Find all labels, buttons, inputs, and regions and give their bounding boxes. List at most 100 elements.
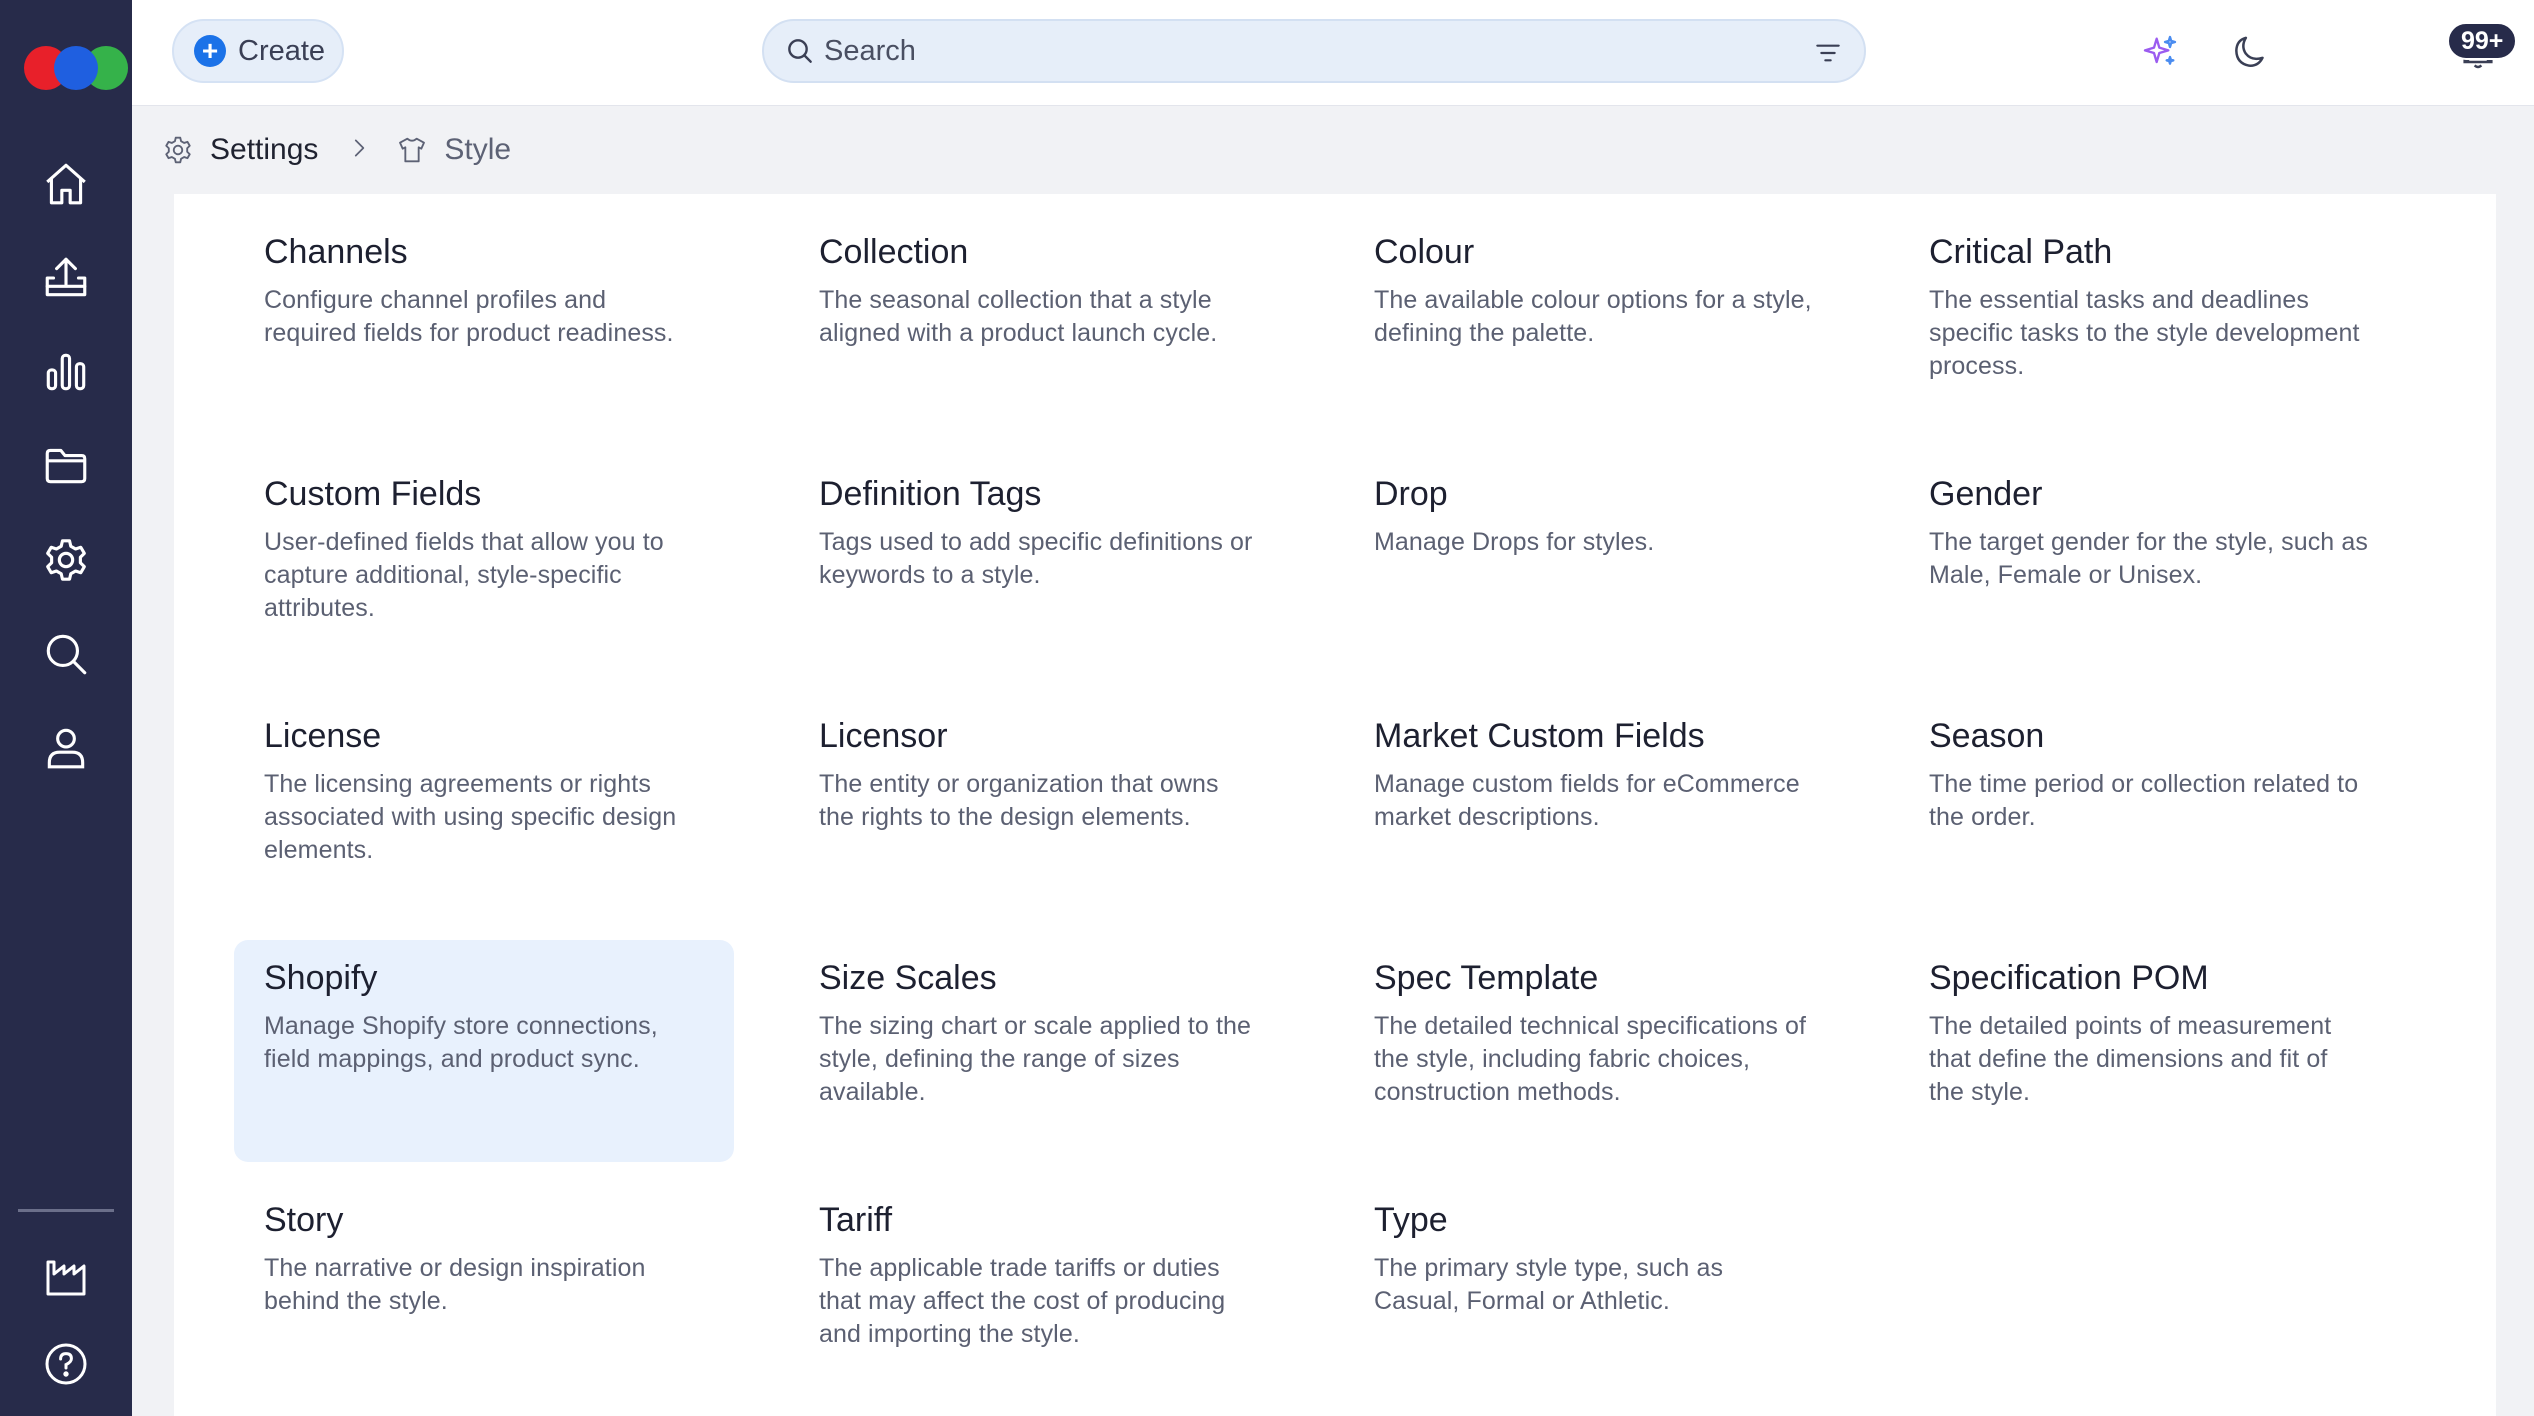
card-title: Collection — [819, 233, 969, 271]
card-title: Size Scales — [819, 959, 997, 997]
card-title: Gender — [1929, 475, 2043, 513]
notification-badge: 99+ — [2447, 22, 2518, 60]
settings-card-critical-path[interactable]: Critical Path The essential tasks and dea… — [1899, 214, 2399, 436]
search-bar — [762, 19, 1866, 83]
settings-card-shopify[interactable]: Shopify Manage Shopify store connections,… — [234, 940, 734, 1162]
breadcrumb-current: Style — [444, 133, 512, 166]
sidebar-item-reports[interactable] — [26, 332, 106, 412]
chevron-right-icon — [355, 139, 365, 156]
card-title: Colour — [1374, 233, 1475, 271]
settings-card-story[interactable]: Story The narrative or design inspiration… — [234, 1182, 734, 1404]
help-icon — [45, 1343, 87, 1385]
settings-card-gender[interactable]: Gender The target gender for the style, s… — [1899, 456, 2399, 678]
card-description: The licensing agreements or rights assoc… — [264, 770, 677, 864]
chart-icon — [46, 353, 86, 391]
card-title: Custom Fields — [264, 475, 482, 513]
card-title: Licensor — [819, 717, 948, 755]
tshirt-icon — [399, 137, 426, 163]
topbar: + Create 99+ — [132, 0, 2534, 106]
app-logo[interactable] — [14, 46, 128, 90]
plus-icon: + — [194, 35, 226, 67]
card-description: The available colour options for a style… — [1374, 286, 1812, 347]
settings-card-colour[interactable]: Colour The available colour options for a… — [1344, 214, 1844, 436]
sidebar-item-upload[interactable] — [26, 238, 106, 318]
user-icon — [47, 728, 85, 769]
settings-card-definition-tags[interactable]: Definition Tags Tags used to add specific… — [789, 456, 1289, 678]
sidebar-bottom — [0, 1209, 132, 1416]
card-description: The narrative or design inspiration behi… — [264, 1254, 646, 1315]
upload-icon — [45, 257, 87, 297]
card-title: Spec Template — [1374, 959, 1599, 997]
factory-icon — [46, 1260, 86, 1296]
settings-icon — [46, 539, 86, 581]
sidebar-item-factory[interactable] — [26, 1238, 106, 1318]
card-description: The sizing chart or scale applied to the… — [819, 1012, 1252, 1106]
card-title: Tariff — [819, 1201, 893, 1239]
card-title: Story — [264, 1201, 344, 1239]
settings-card-spec-template[interactable]: Spec Template The detailed technical spec… — [1344, 940, 1844, 1162]
settings-card-custom-fields[interactable]: Custom Fields User-defined fields that al… — [234, 456, 734, 678]
card-title: Channels — [264, 233, 408, 271]
card-title: Specification POM — [1929, 959, 2209, 997]
create-button-label: Create — [238, 34, 326, 67]
card-description: The detailed technical specifications of… — [1374, 1012, 1807, 1106]
card-description: The entity or organization that owns the… — [819, 770, 1219, 831]
card-title: Market Custom Fields — [1374, 717, 1705, 755]
settings-grid: Channels Configure channel profiles and r… — [234, 214, 2399, 1404]
sparkle-icon — [2143, 35, 2177, 65]
card-title: License — [264, 717, 382, 755]
card-description: The target gender for the style, such as… — [1929, 528, 2368, 589]
home-icon — [46, 163, 86, 205]
card-title: Drop — [1374, 475, 1448, 513]
card-title: Season — [1929, 717, 2045, 755]
card-description: The detailed points of measurement that … — [1929, 1012, 2332, 1106]
settings-card-licensor[interactable]: Licensor The entity or organization that … — [789, 698, 1289, 920]
card-description: Tags used to add specific definitions or… — [819, 528, 1253, 589]
sidebar-item-profile[interactable] — [26, 708, 106, 788]
card-description: The time period or collection related to… — [1929, 770, 2359, 831]
sidebar-divider — [18, 1209, 114, 1212]
settings-card-market-custom-fields[interactable]: Market Custom Fields Manage custom fields… — [1344, 698, 1844, 920]
card-description: The essential tasks and deadlines specif… — [1929, 286, 2360, 380]
sidebar-item-home[interactable] — [26, 144, 106, 224]
search-icon — [46, 634, 87, 675]
settings-card-collection[interactable]: Collection The seasonal collection that a… — [789, 214, 1289, 436]
search-input[interactable] — [824, 34, 1784, 68]
settings-card-type[interactable]: Type The primary style type, such as Casu… — [1344, 1182, 1844, 1404]
settings-card-license[interactable]: License The licensing agreements or right… — [234, 698, 734, 920]
settings-card-drop[interactable]: Drop Manage Drops for styles. — [1344, 456, 1844, 678]
card-description: The seasonal collection that a style ali… — [819, 286, 1218, 347]
card-title: Definition Tags — [819, 475, 1042, 513]
card-description: The primary style type, such as Casual, … — [1374, 1254, 1724, 1315]
sidebar-item-search[interactable] — [26, 614, 106, 694]
search-icon — [788, 39, 812, 63]
card-description: User-defined fields that allow you to ca… — [264, 528, 664, 622]
card-description: Manage Shopify store connections, field … — [264, 1012, 658, 1073]
settings-card-specification-pom[interactable]: Specification POM The detailed points of … — [1899, 940, 2399, 1162]
card-description: Manage custom fields for eCommerce marke… — [1374, 770, 1800, 831]
settings-card-tariff[interactable]: Tariff The applicable trade tariffs or du… — [789, 1182, 1289, 1404]
settings-card-channels[interactable]: Channels Configure channel profiles and r… — [234, 214, 734, 436]
sidebar — [0, 0, 132, 1416]
dark-mode-toggle[interactable] — [2224, 26, 2276, 78]
settings-card-size-scales[interactable]: Size Scales The sizing chart or scale app… — [789, 940, 1289, 1162]
breadcrumb-settings-link[interactable]: Settings — [210, 133, 318, 167]
breadcrumb: Settings Style — [162, 128, 511, 172]
sidebar-item-settings[interactable] — [26, 520, 106, 600]
card-description: The applicable trade tariffs or duties t… — [819, 1254, 1226, 1348]
sidebar-item-files[interactable] — [26, 426, 106, 506]
card-title: Critical Path — [1929, 233, 2113, 271]
card-description: Configure channel profiles and required … — [264, 286, 674, 347]
filter-icon[interactable] — [1812, 37, 1844, 69]
settings-panel: Channels Configure channel profiles and r… — [174, 194, 2496, 1416]
ai-assistant-button[interactable] — [2134, 26, 2186, 78]
card-description: Manage Drops for styles. — [1374, 528, 1655, 556]
breadcrumb-separator — [346, 135, 372, 166]
sidebar-nav — [26, 144, 106, 802]
folder-icon — [45, 448, 87, 484]
card-title: Shopify — [264, 959, 378, 997]
settings-card-season[interactable]: Season The time period or collection rela… — [1899, 698, 2399, 920]
moon-icon — [2235, 36, 2264, 67]
create-button[interactable]: + Create — [172, 19, 344, 83]
sidebar-item-help[interactable] — [26, 1324, 106, 1404]
